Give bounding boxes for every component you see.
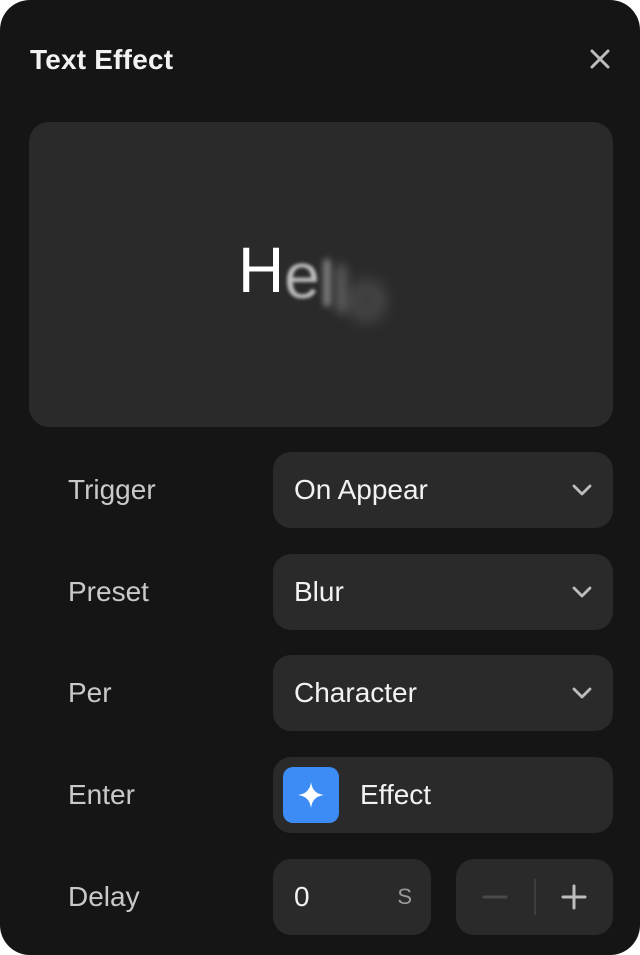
dialog-title: Text Effect (30, 44, 174, 75)
preset-select[interactable]: Blur (273, 554, 613, 630)
enter-label: Enter (68, 779, 135, 810)
trigger-select[interactable]: On Appear (273, 452, 613, 528)
effect-badge (283, 767, 339, 823)
plus-icon (561, 884, 587, 910)
delay-unit: S (397, 884, 412, 909)
chevron-down-icon (572, 484, 592, 496)
preview-text: H e l l o (238, 233, 384, 332)
per-label: Per (68, 677, 112, 708)
enter-value: Effect (360, 779, 432, 810)
preview-char: l (334, 254, 349, 326)
delay-label: Delay (68, 881, 140, 912)
increment-button[interactable] (535, 859, 613, 935)
delay-stepper (456, 859, 613, 935)
delay-value: 0 (294, 881, 310, 912)
minus-icon (482, 895, 508, 899)
preview-char: o (348, 260, 384, 332)
preview-char: l (319, 248, 335, 320)
delay-input[interactable]: 0 S (273, 859, 431, 935)
trigger-label: Trigger (68, 474, 156, 505)
enter-effect-button[interactable]: Effect (273, 757, 613, 833)
decrement-button[interactable] (456, 859, 534, 935)
sparkle-icon (298, 782, 324, 808)
preview-char: e (284, 240, 320, 312)
close-icon (590, 49, 610, 69)
chevron-down-icon (572, 586, 592, 598)
preset-value: Blur (294, 576, 344, 607)
close-button[interactable] (582, 41, 618, 77)
per-value: Character (294, 677, 417, 708)
chevron-down-icon (572, 687, 592, 699)
trigger-value: On Appear (294, 474, 428, 505)
text-effect-dialog: Text Effect H e l l o Trigger On Appear … (0, 0, 640, 955)
preview-char: H (238, 234, 285, 306)
preset-label: Preset (68, 576, 149, 607)
per-select[interactable]: Character (273, 655, 613, 731)
